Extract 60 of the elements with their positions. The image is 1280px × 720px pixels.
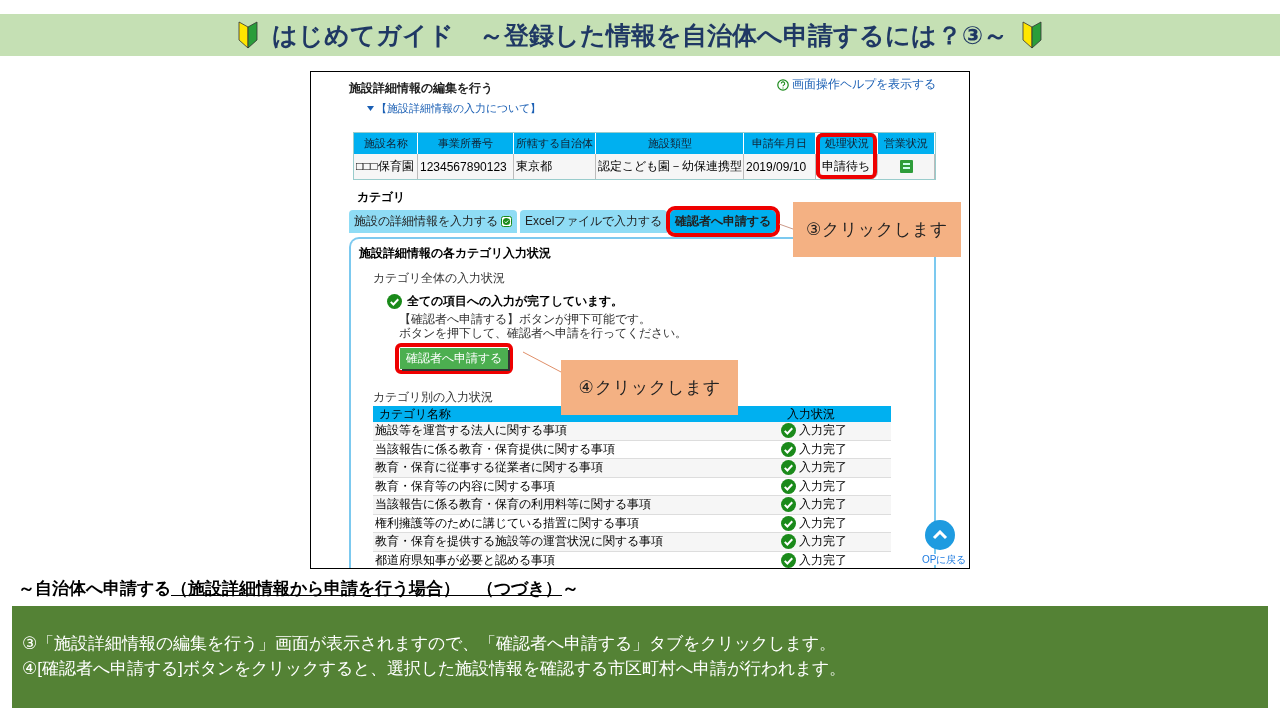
callout: ③クリックします (793, 202, 961, 257)
table-cell: 1234567890123 (418, 154, 514, 179)
section-heading: カテゴリ (357, 189, 406, 206)
table-cell: 認定こども園－幼保連携型 (596, 154, 744, 179)
table-cell-text: 教育・保育を提供する施設等の運営状況に関する事項 (374, 533, 664, 551)
table-cell-text: 当該報告に係る教育・保育の利用料等に関する事項 (374, 496, 652, 514)
status-text: 入力完了 (799, 514, 847, 532)
help-icon (777, 78, 789, 91)
tab[interactable]: 施設の詳細情報を入力する (349, 210, 517, 233)
note-text: ボタンを押下して、確認者へ申請を行ってください。 (399, 326, 688, 340)
scroll-top-button[interactable] (925, 520, 955, 550)
table-cell: □□□保育園 (354, 154, 418, 179)
chevron-up-icon (932, 530, 948, 540)
table-cell-text: 当該報告に係る教育・保育提供に関する事項 (374, 440, 616, 458)
table-cell-text: 教育・保育に従事する従業者に関する事項 (374, 459, 604, 477)
table-cell: 2019/09/10 (744, 154, 816, 179)
overall-status-label: カテゴリ全体の入力状況 (373, 271, 506, 285)
caret-icon (367, 106, 374, 111)
tab[interactable]: Excelファイルで入力する (520, 210, 668, 233)
per-category-label: カテゴリ別の入力状況 (373, 390, 494, 404)
column-header: 施設名称 (354, 133, 418, 154)
beginner-mark-icon (237, 21, 258, 49)
status-text: 入力完了 (799, 551, 847, 568)
instruction-text: ③「施設詳細情報の編集を行う」画面が表示されますので、「確認者へ申請する」タブをクリックします。 (22, 633, 838, 655)
info-toggle-link[interactable]: 【施設詳細情報の入力について】 (367, 101, 936, 116)
section-heading: ～自治体へ申請する（施設詳細情報から申請を行う場合） （つづき）～ (18, 578, 579, 600)
column-header: 申請年月日 (744, 133, 816, 154)
column-header: 事業所番号 (418, 133, 514, 154)
table-cell-text: 教育・保育等の内容に関する事項 (374, 477, 556, 495)
status-text: 入力完了 (799, 496, 847, 514)
table-cell-text: 都道府県知事が必要と認める事項 (374, 551, 556, 568)
page-title: 施設詳細情報の編集を行う (349, 80, 493, 97)
table-cell: 申請待ち (816, 154, 878, 179)
column-header: 所轄する自治体 (514, 133, 596, 154)
column-header: 入力状況 (786, 406, 836, 423)
column-header: カテゴリ名称 (378, 406, 452, 423)
instruction-text: ④[確認者へ申請する]ボタンをクリックすると、選択した施設情報を確認する市区町村へ申請が行われます。 (22, 658, 847, 680)
column-header: 処理状況 (816, 133, 878, 154)
status-text: 入力完了 (799, 440, 847, 458)
table-cell-text: 権利擁護等のために講じている措置に関する事項 (374, 514, 640, 532)
help-link[interactable]: 画面操作ヘルプを表示する (777, 76, 936, 93)
status-text: 入力完了 (799, 459, 847, 477)
top-link-text[interactable]: OPに戻る (922, 554, 967, 565)
callout: ④クリックします (561, 360, 738, 415)
status-text: 入力完了 (799, 477, 847, 495)
column-header: 営業状況 (878, 133, 935, 154)
leader-line (523, 352, 561, 372)
status-text: 入力完了 (799, 422, 847, 440)
leader-line (779, 224, 793, 229)
table-cell-text: 施設等を運営する法人に関する事項 (374, 422, 568, 440)
status-text: 入力完了 (799, 533, 847, 551)
table-cell: 東京都 (514, 154, 596, 179)
beginner-mark-icon (1022, 21, 1043, 49)
status-badge-icon (899, 160, 913, 173)
check-circle-icon (387, 294, 402, 309)
column-header: 施設類型 (596, 133, 744, 154)
complete-message: 全ての項目への入力が完了しています。 (407, 293, 623, 310)
slide-title: はじめてガイド ～登録した情報を自治体へ申請するには？③～ (271, 19, 1009, 51)
panel-title: 施設詳細情報の各カテゴリ入力状況 (359, 245, 552, 262)
note-text: 【確認者へ申請する】ボタンが押下可能です。 (399, 312, 652, 326)
